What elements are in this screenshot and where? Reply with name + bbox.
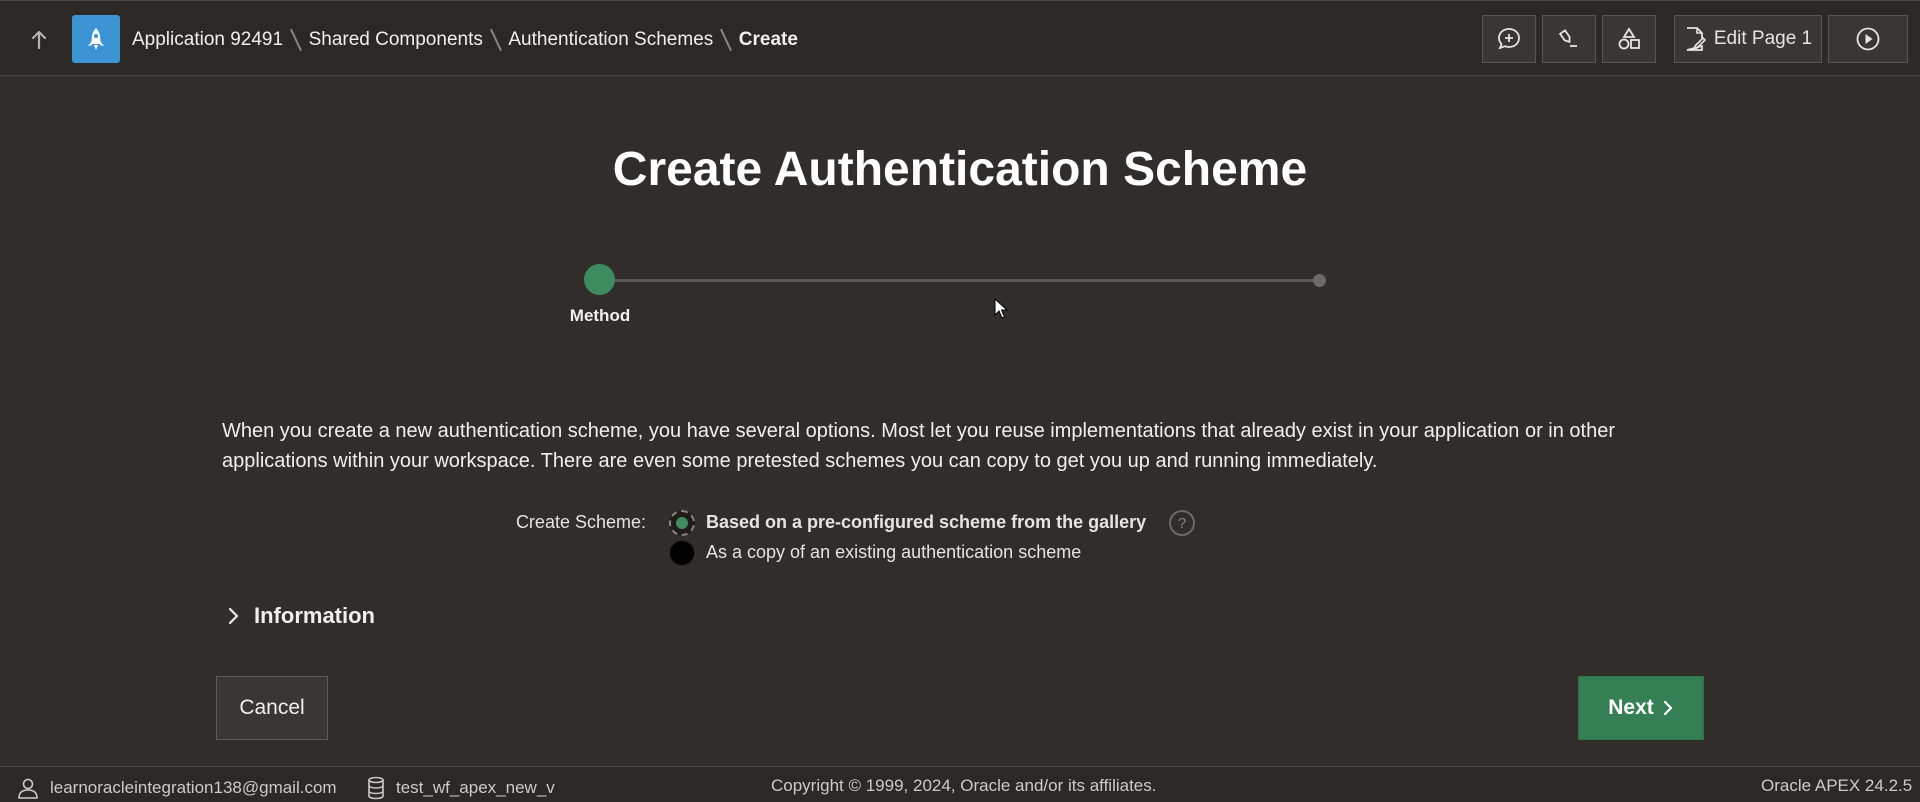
- footer-schema-name: test_wf_apex_new_v: [396, 778, 555, 797]
- breadcrumb-application[interactable]: Application 92491: [132, 29, 283, 51]
- information-title: Information: [254, 603, 375, 628]
- feedback-button[interactable]: [1482, 15, 1536, 63]
- mouse-cursor-icon: [994, 298, 1008, 319]
- radio-gallery-scheme[interactable]: [669, 510, 695, 536]
- chevron-right-icon: [228, 607, 239, 625]
- developer-toolbar-button[interactable]: [1542, 15, 1596, 63]
- next-button[interactable]: Next: [1578, 676, 1704, 740]
- breadcrumb-separator: [489, 28, 502, 52]
- help-icon[interactable]: ?: [1169, 510, 1195, 536]
- breadcrumb-shared-components[interactable]: Shared Components: [309, 29, 483, 51]
- database-icon: [368, 776, 384, 800]
- wizard-progress-track: [600, 279, 1320, 282]
- chat-plus-icon: [1498, 28, 1520, 50]
- chevron-right-icon: [1663, 700, 1672, 716]
- shapes-icon: [1618, 27, 1640, 50]
- information-region-toggle[interactable]: Information: [226, 601, 375, 631]
- app-rocket-icon: [88, 28, 104, 50]
- wizard-description: When you create a new authentication sch…: [222, 420, 1615, 472]
- play-circle-icon: [1856, 27, 1880, 51]
- wizard-step-final: [1313, 274, 1326, 287]
- footer-version: Oracle APEX 24.2.5: [1761, 776, 1912, 796]
- footer-copyright-text: Copyright © 1999, 2024, Oracle and/or it…: [771, 776, 1157, 795]
- edit-page-label: Edit Page 1: [1713, 28, 1813, 49]
- highlighter-icon: [1558, 29, 1577, 47]
- footer: learnoracleintegration138@gmail.com test…: [0, 766, 1920, 802]
- radio-gallery-scheme-label[interactable]: Based on a pre-configured scheme from th…: [706, 512, 1146, 533]
- shared-components-button[interactable]: [1602, 15, 1656, 63]
- arrow-up-icon: [31, 30, 47, 50]
- page-title: Create Authentication Scheme: [612, 143, 1308, 196]
- app-icon[interactable]: [72, 15, 120, 63]
- breadcrumb-separator: [720, 28, 732, 52]
- radio-copy-scheme[interactable]: [669, 540, 695, 566]
- footer-copyright: Copyright © 1999, 2024, Oracle and/or it…: [771, 776, 1156, 796]
- wizard-step-current: [584, 264, 615, 295]
- next-button-label: Next: [1608, 696, 1654, 719]
- user-icon: [18, 778, 38, 799]
- breadcrumb-current: Create: [738, 29, 798, 50]
- wizard-step-label: Method: [569, 306, 631, 325]
- top-bar: Application 92491 Shared Components Auth…: [0, 0, 1920, 76]
- breadcrumb-separator: [290, 28, 302, 52]
- cancel-button[interactable]: Cancel: [216, 676, 328, 740]
- breadcrumb-authentication-schemes[interactable]: Authentication Schemes: [508, 29, 713, 51]
- breadcrumb: Application 92491 Shared Components Auth…: [132, 27, 798, 53]
- footer-schema: test_wf_apex_new_v: [366, 776, 555, 800]
- footer-user: learnoracleintegration138@gmail.com: [16, 776, 337, 800]
- navigate-up-button[interactable]: [22, 25, 56, 55]
- cancel-button-label: Cancel: [239, 696, 305, 719]
- page-edit-icon: [1686, 27, 1706, 51]
- footer-version-text: Oracle APEX 24.2.5: [1761, 776, 1913, 795]
- create-scheme-label: Create Scheme:: [515, 512, 646, 532]
- footer-user-email: learnoracleintegration138@gmail.com: [50, 778, 337, 797]
- run-page-button[interactable]: [1828, 15, 1908, 63]
- radio-copy-scheme-label[interactable]: As a copy of an existing authentication …: [706, 542, 1081, 563]
- edit-page-button[interactable]: Edit Page 1: [1674, 15, 1822, 63]
